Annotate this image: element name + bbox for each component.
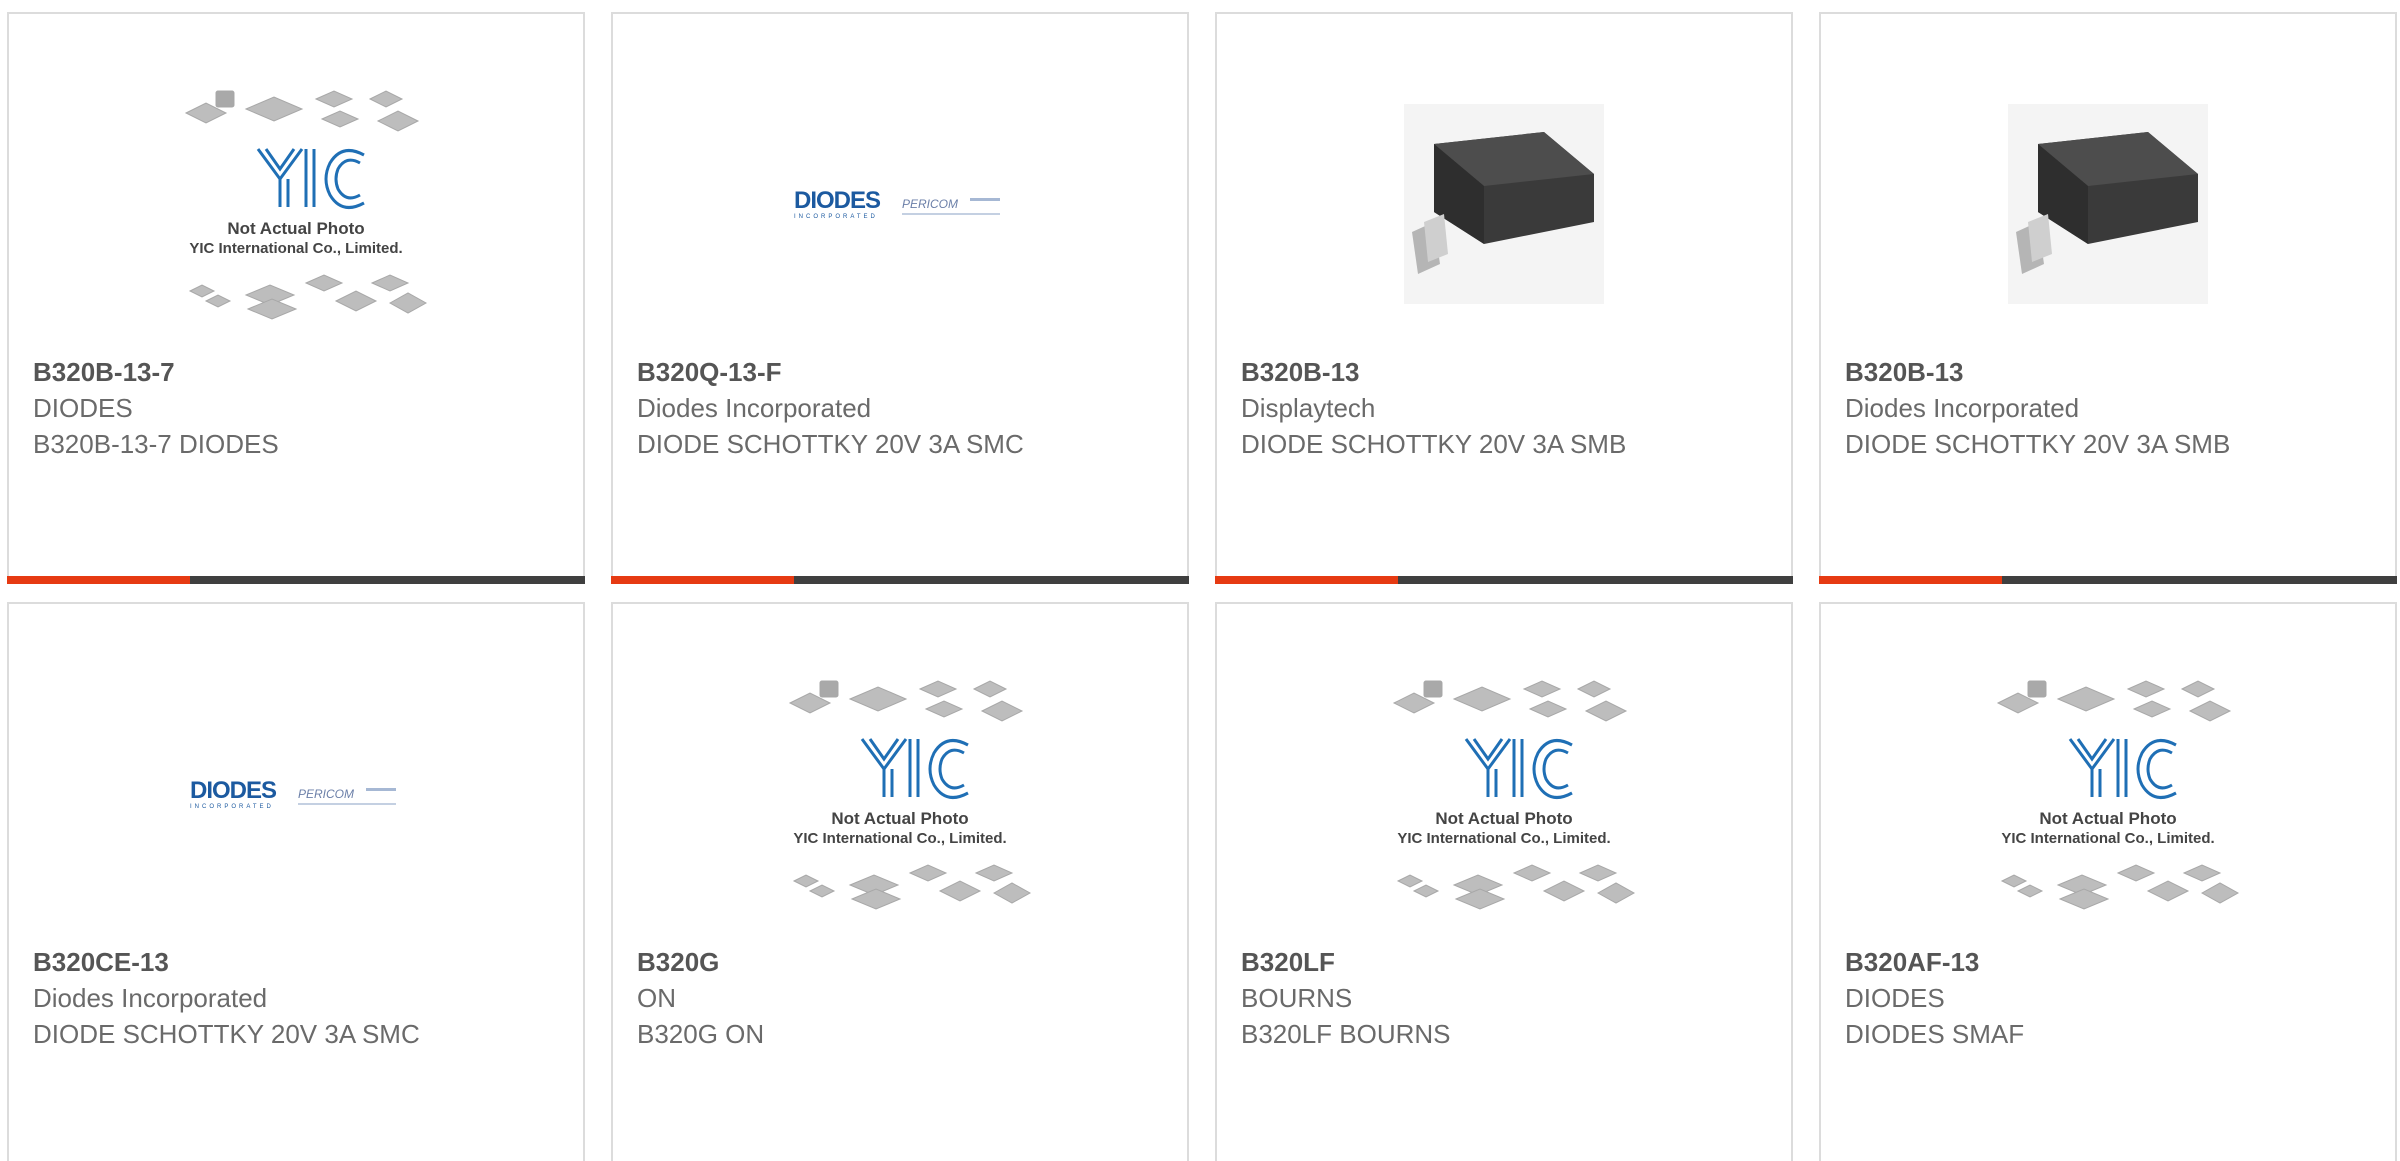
yic-placeholder-image: Not Actual Photo YIC International Co., … xyxy=(184,90,428,320)
placeholder-line1: Not Actual Photo xyxy=(831,809,968,828)
description: B320B-13-7 DIODES xyxy=(33,429,279,459)
diodes-brand: DIODES xyxy=(190,777,277,804)
placeholder-line2: YIC International Co., Limited. xyxy=(2001,830,2214,847)
part-number[interactable]: B320B-13 xyxy=(1241,354,1781,390)
manufacturer: DIODES xyxy=(1845,983,1945,1013)
description: DIODE SCHOTTKY 20V 3A SMB xyxy=(1241,429,1627,459)
card-footer-accent xyxy=(1819,576,2002,584)
smb-package-image xyxy=(2008,104,2208,304)
diodes-brand: DIODES xyxy=(794,187,881,214)
manufacturer: ON xyxy=(637,983,676,1013)
manufacturer: Diodes Incorporated xyxy=(637,393,872,423)
product-grid: Not Actual Photo YIC International Co., … xyxy=(0,0,2400,1161)
part-number[interactable]: B320AF-13 xyxy=(1845,944,2385,980)
product-card[interactable]: B320B-13 Displaytech DIODE SCHOTTKY 20V … xyxy=(1215,12,1793,584)
part-number[interactable]: B320Q-13-F xyxy=(637,354,1177,390)
placeholder-line1: Not Actual Photo xyxy=(2039,809,2176,828)
description: B320LF BOURNS xyxy=(1241,1019,1451,1049)
yic-placeholder-image: Not Actual Photo YIC International Co., … xyxy=(1392,680,1636,910)
product-image: Not Actual Photo YIC International Co., … xyxy=(1217,644,1791,944)
product-image xyxy=(1821,54,2395,354)
description: B320G ON xyxy=(637,1019,765,1049)
manufacturer: BOURNS xyxy=(1241,983,1353,1013)
part-number[interactable]: B320CE-13 xyxy=(33,944,573,980)
diodes-logo-image: DIODES INCORPORATED PERICOM xyxy=(190,777,396,810)
card-footer-bar xyxy=(1819,576,2397,584)
product-card[interactable]: DIODES INCORPORATED PERICOM B320CE-13 Di… xyxy=(7,602,585,1161)
placeholder-line2: YIC International Co., Limited. xyxy=(793,830,1006,847)
product-card[interactable]: B320B-13 Diodes Incorporated DIODE SCHOT… xyxy=(1819,12,2397,584)
description: DIODE SCHOTTKY 20V 3A SMC xyxy=(33,1019,420,1049)
manufacturer: Displaytech xyxy=(1241,393,1376,423)
part-number[interactable]: B320B-13-7 xyxy=(33,354,573,390)
pericom-brand: PERICOM xyxy=(902,197,958,211)
product-card[interactable]: DIODES INCORPORATED PERICOM B320Q-13-F D… xyxy=(611,12,1189,584)
product-card[interactable]: Not Actual Photo YIC International Co., … xyxy=(611,602,1189,1161)
product-card[interactable]: Not Actual Photo YIC International Co., … xyxy=(1215,602,1793,1161)
product-image: DIODES INCORPORATED PERICOM xyxy=(613,54,1187,354)
product-image: Not Actual Photo YIC International Co., … xyxy=(9,54,583,354)
card-footer-accent xyxy=(1215,576,1398,584)
description: DIODE SCHOTTKY 20V 3A SMC xyxy=(637,429,1024,459)
diodes-logo-image: DIODES INCORPORATED PERICOM xyxy=(794,187,1000,220)
product-image: Not Actual Photo YIC International Co., … xyxy=(613,644,1187,944)
card-footer-accent xyxy=(7,576,190,584)
smb-package-image xyxy=(1404,104,1604,304)
description: DIODES SMAF xyxy=(1845,1019,2025,1049)
part-number[interactable]: B320B-13 xyxy=(1845,354,2385,390)
card-footer-bar xyxy=(611,576,1189,584)
part-number[interactable]: B320G xyxy=(637,944,1177,980)
manufacturer: Diodes Incorporated xyxy=(1845,393,2080,423)
manufacturer: Diodes Incorporated xyxy=(33,983,268,1013)
product-image xyxy=(1217,54,1791,354)
product-image: Not Actual Photo YIC International Co., … xyxy=(1821,644,2395,944)
placeholder-line1: Not Actual Photo xyxy=(1435,809,1572,828)
yic-placeholder-image: Not Actual Photo YIC International Co., … xyxy=(788,680,1032,910)
card-footer-bar xyxy=(7,576,585,584)
placeholder-line2: YIC International Co., Limited. xyxy=(189,240,402,257)
part-number[interactable]: B320LF xyxy=(1241,944,1781,980)
product-card[interactable]: Not Actual Photo YIC International Co., … xyxy=(1819,602,2397,1161)
placeholder-line1: Not Actual Photo xyxy=(227,219,364,238)
card-footer-accent xyxy=(611,576,794,584)
pericom-brand: PERICOM xyxy=(298,787,354,801)
product-card[interactable]: Not Actual Photo YIC International Co., … xyxy=(7,12,585,584)
yic-placeholder-image: Not Actual Photo YIC International Co., … xyxy=(1996,680,2240,910)
product-image: DIODES INCORPORATED PERICOM xyxy=(9,644,583,944)
manufacturer: DIODES xyxy=(33,393,133,423)
diodes-tagline: INCORPORATED xyxy=(190,804,274,810)
placeholder-line2: YIC International Co., Limited. xyxy=(1397,830,1610,847)
card-footer-bar xyxy=(1215,576,1793,584)
diodes-tagline: INCORPORATED xyxy=(794,214,878,220)
description: DIODE SCHOTTKY 20V 3A SMB xyxy=(1845,429,2231,459)
